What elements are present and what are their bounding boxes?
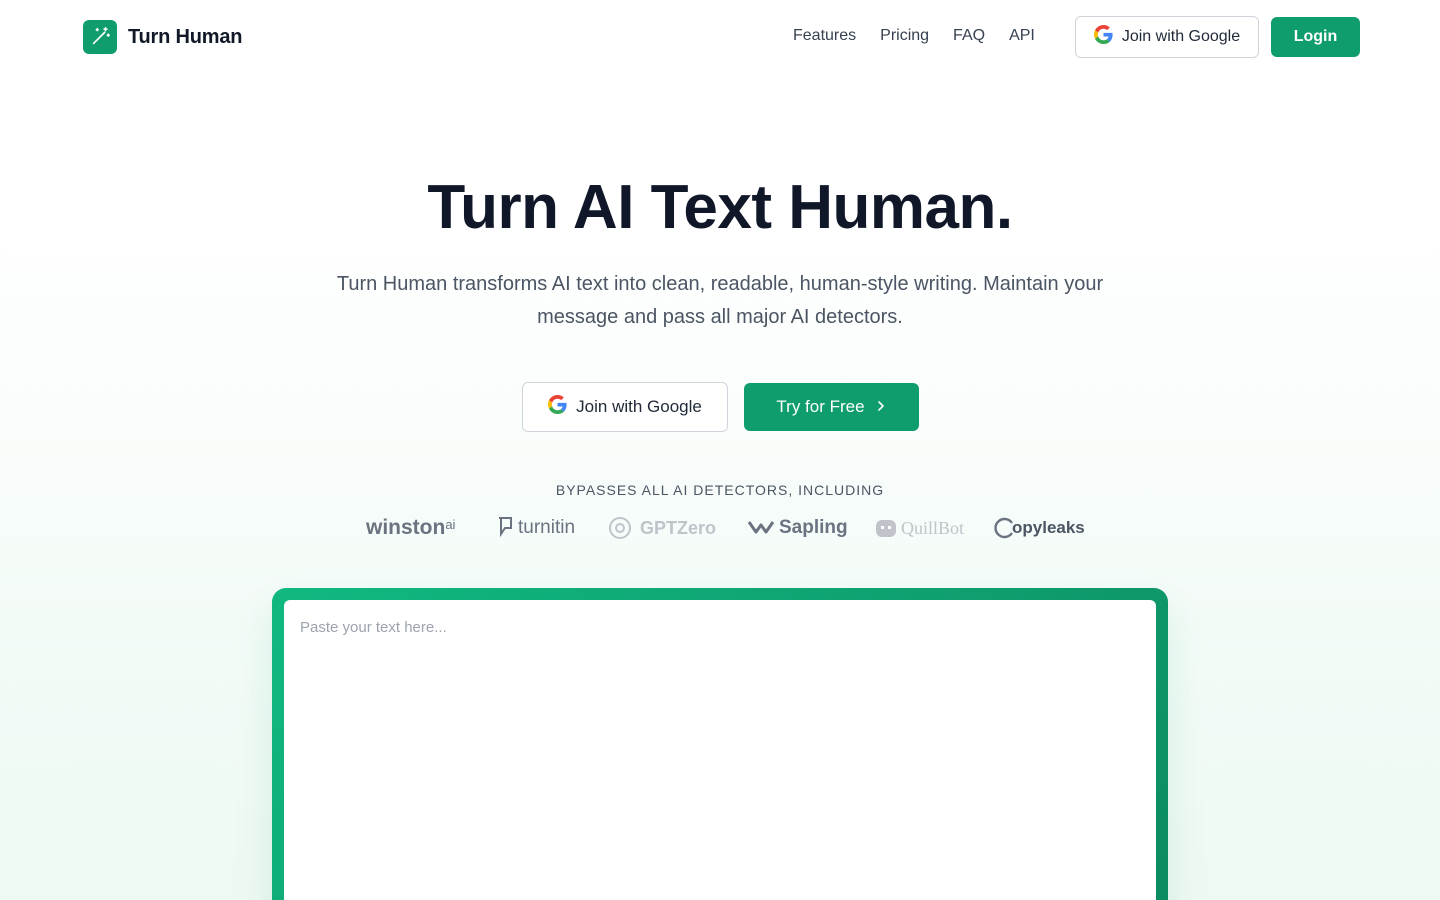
quillbot-icon xyxy=(876,520,896,537)
google-icon xyxy=(548,395,567,419)
main-nav: Features Pricing FAQ API xyxy=(793,26,1035,46)
nav-link-api[interactable]: API xyxy=(1009,26,1035,46)
google-icon xyxy=(1093,25,1113,49)
quillbot-logo: QuillBot xyxy=(875,512,964,544)
sapling-logo: Sapling xyxy=(747,512,848,544)
try-for-free-button[interactable]: Try for Free xyxy=(744,383,919,431)
turnitin-logo-text: turnitin xyxy=(518,517,576,538)
hero-join-google-button[interactable]: Join with Google xyxy=(522,382,728,432)
sapling-logo-text: Sapling xyxy=(779,517,848,538)
site-header: Turn Human Features Pricing FAQ API Join… xyxy=(0,0,1440,74)
sapling-icon xyxy=(747,521,775,534)
quillbot-logo-text: QuillBot xyxy=(901,517,965,538)
copyleaks-logo: opyleaks xyxy=(994,512,1085,544)
hero-subtitle: Turn Human transforms AI text into clean… xyxy=(336,273,1104,328)
copyleaks-logo-text: opyleaks xyxy=(1012,518,1085,537)
turnitin-icon xyxy=(499,517,512,538)
text-editor xyxy=(284,600,1156,900)
try-for-free-label: Try for Free xyxy=(776,397,865,416)
nav-link-features[interactable]: Features xyxy=(793,26,856,46)
turnitin-logo: turnitin xyxy=(497,512,575,544)
text-input[interactable] xyxy=(284,600,1156,900)
gptzero-icon xyxy=(609,517,631,539)
header-join-google-label: Join with Google xyxy=(1121,28,1241,45)
brand-logo[interactable]: Turn Human xyxy=(83,20,242,54)
chevron-right-icon xyxy=(875,397,887,417)
hero-title: Turn AI Text Human. xyxy=(427,173,1013,242)
nav-link-pricing[interactable]: Pricing xyxy=(880,26,929,46)
header-join-google-button[interactable]: Join with Google xyxy=(1075,16,1259,58)
login-button[interactable]: Login xyxy=(1271,17,1360,57)
winston-logo-suffix: ai xyxy=(445,516,456,532)
text-editor-frame xyxy=(272,588,1168,900)
magic-wand-icon xyxy=(83,20,117,54)
winston-logo-text: winston xyxy=(366,516,446,539)
gptzero-logo-text: GPTZero xyxy=(640,517,717,538)
hero-join-google-label: Join with Google xyxy=(576,397,702,416)
gptzero-logo: GPTZero xyxy=(608,512,716,544)
winston-logo: winston ai xyxy=(366,512,455,544)
brand-name: Turn Human xyxy=(128,25,243,48)
detector-logos: winston ai turnitin GPTZero Sapling Quill… xyxy=(366,512,1085,544)
nav-link-faq[interactable]: FAQ xyxy=(953,26,985,46)
detectors-heading: BYPASSES ALL AI DETECTORS, INCLUDING xyxy=(555,482,885,498)
